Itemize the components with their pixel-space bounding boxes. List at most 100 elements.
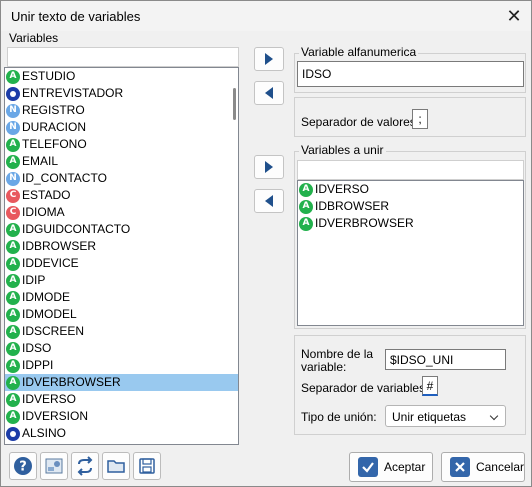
- list-item[interactable]: A IDBROWSER: [298, 198, 523, 215]
- alpha-type-icon: A: [6, 273, 20, 288]
- list-item[interactable]: A IDMODE: [5, 289, 238, 306]
- nombre-label-line1: Nombre de la: [301, 347, 374, 361]
- list-item[interactable]: ENTREVISTADOR: [5, 85, 238, 102]
- tipo-union-label: Tipo de unión:: [301, 410, 377, 424]
- alpha-type-icon: A: [6, 324, 20, 339]
- window-title: Unir texto de variables: [11, 9, 141, 24]
- list-item[interactable]: A IDDEVICE: [5, 255, 238, 272]
- open-folder-icon: [107, 460, 125, 473]
- separador-valores-label: Separador de valores:: [301, 115, 420, 129]
- variables-a-unir-label: Variables a unir: [299, 143, 386, 157]
- cancel-button[interactable]: Cancelar: [441, 452, 525, 482]
- variables-a-unir-list[interactable]: A IDVERSO A IDBROWSER A IDVERBROWSER: [297, 180, 524, 326]
- list-item[interactable]: A ESTUDIO: [5, 68, 238, 85]
- open-button[interactable]: [102, 452, 130, 480]
- alfanumerica-input[interactable]: IDSO: [297, 61, 524, 87]
- alpha-type-icon: A: [299, 182, 313, 197]
- alpha-type-icon: A: [6, 290, 20, 305]
- list-item[interactable]: N DURACION: [5, 119, 238, 136]
- variables-list[interactable]: A ESTUDIO ENTREVISTADOR N REGISTRO N DURACION A…: [4, 67, 239, 445]
- save-button[interactable]: [133, 452, 161, 480]
- alpha-type-icon: A: [6, 69, 20, 84]
- list-item[interactable]: A IDIP: [5, 272, 238, 289]
- remove-from-alfanumerica-button[interactable]: [254, 81, 284, 105]
- add-to-unir-button[interactable]: [254, 155, 284, 179]
- list-item-label: DURACION: [22, 120, 87, 134]
- accept-button[interactable]: Aceptar: [349, 452, 433, 482]
- list-item-label: IDSCREEN: [22, 324, 85, 338]
- close-icon: ✕: [506, 5, 522, 26]
- separador-variables-input[interactable]: #: [422, 376, 438, 396]
- title-bar: Unir texto de variables ✕: [1, 1, 531, 31]
- refresh-icon: [77, 456, 93, 476]
- swap-button[interactable]: [71, 452, 99, 480]
- remove-from-unir-button[interactable]: [254, 189, 284, 213]
- alpha-type-icon: A: [6, 222, 20, 237]
- list-item[interactable]: C ESTADO: [5, 187, 238, 204]
- list-item-label: ESTUDIO: [22, 69, 76, 83]
- list-item-label: IDBROWSER: [315, 199, 390, 213]
- arrow-left-icon: [265, 195, 273, 207]
- alpha-type-icon: A: [6, 341, 20, 356]
- list-item-label: IDIOMA: [22, 205, 65, 219]
- alpha-type-icon: A: [6, 307, 20, 322]
- separador-variables-label: Separador de variables:: [301, 381, 429, 395]
- list-item-label: ENTREVISTADOR: [22, 86, 124, 100]
- list-item-label: IDVERSION: [22, 409, 89, 423]
- close-button[interactable]: ✕: [501, 3, 527, 29]
- list-item[interactable]: C IDIOMA: [5, 204, 238, 221]
- numeric-type-icon: N: [6, 120, 20, 135]
- list-item[interactable]: A IDVERBROWSER: [5, 374, 238, 391]
- list-item[interactable]: A IDSCREEN: [5, 323, 238, 340]
- list-item-label: ID_CONTACTO: [22, 171, 107, 185]
- separador-valores-input[interactable]: ;: [412, 109, 428, 129]
- list-item[interactable]: A IDMODEL: [5, 306, 238, 323]
- arrow-right-icon: [265, 53, 273, 65]
- variables-group-label: Variables: [7, 31, 61, 45]
- list-item-label: REGISTRO: [22, 103, 85, 117]
- open-type-icon: [6, 426, 20, 441]
- list-item-label: IDVERBROWSER: [315, 216, 414, 230]
- alfanumerica-label: Variable alfanumerica: [299, 45, 419, 59]
- list-item[interactable]: A IDGUIDCONTACTO: [5, 221, 238, 238]
- cancel-label: Cancelar: [475, 460, 524, 474]
- nombre-label-line2: variable:: [301, 360, 347, 374]
- list-item[interactable]: A IDVERBROWSER: [298, 215, 523, 232]
- list-item[interactable]: A EMAIL: [5, 153, 238, 170]
- list-item[interactable]: A IDVERSO: [5, 391, 238, 408]
- tipo-union-value: Unir etiquetas: [392, 410, 467, 424]
- list-item-label: IDDEVICE: [22, 256, 79, 270]
- alpha-type-icon: A: [6, 409, 20, 424]
- alpha-type-icon: A: [6, 375, 20, 390]
- list-item-label: IDVERSO: [22, 392, 77, 406]
- add-to-alfanumerica-button[interactable]: [254, 47, 284, 71]
- variables-scrollbar-thumb[interactable]: [233, 88, 236, 120]
- list-item[interactable]: A IDPPI: [5, 357, 238, 374]
- help-button[interactable]: ?: [9, 452, 37, 480]
- list-item-label: IDGUIDCONTACTO: [22, 222, 131, 236]
- properties-button[interactable]: [40, 452, 68, 480]
- accept-label: Aceptar: [384, 460, 426, 474]
- closed-type-icon: C: [6, 188, 20, 203]
- closed-type-icon: C: [6, 205, 20, 220]
- list-item[interactable]: A IDSO: [5, 340, 238, 357]
- list-item[interactable]: ALSINO: [5, 425, 238, 442]
- list-item[interactable]: N REGISTRO: [5, 102, 238, 119]
- variables-search-input[interactable]: [7, 47, 239, 67]
- variables-a-unir-search-input[interactable]: [297, 160, 524, 180]
- numeric-type-icon: N: [6, 171, 20, 186]
- nombre-variable-input[interactable]: $IDSO_UNI: [385, 349, 506, 370]
- list-item-label: ALSINO: [22, 426, 67, 440]
- list-item[interactable]: A TELEFONO: [5, 136, 238, 153]
- list-item[interactable]: A IDBROWSER: [5, 238, 238, 255]
- open-type-icon: [6, 86, 20, 101]
- cancel-x-icon: [450, 457, 470, 477]
- list-item[interactable]: A IDVERSION: [5, 408, 238, 425]
- list-item[interactable]: A IDVERSO: [298, 181, 523, 198]
- check-icon: [358, 457, 378, 477]
- list-item-label: IDPPI: [22, 358, 54, 372]
- list-item[interactable]: N ID_CONTACTO: [5, 170, 238, 187]
- list-item-label: IDVERSO: [315, 182, 370, 196]
- tipo-union-select[interactable]: Unir etiquetas: [385, 405, 506, 427]
- alpha-type-icon: A: [6, 239, 20, 254]
